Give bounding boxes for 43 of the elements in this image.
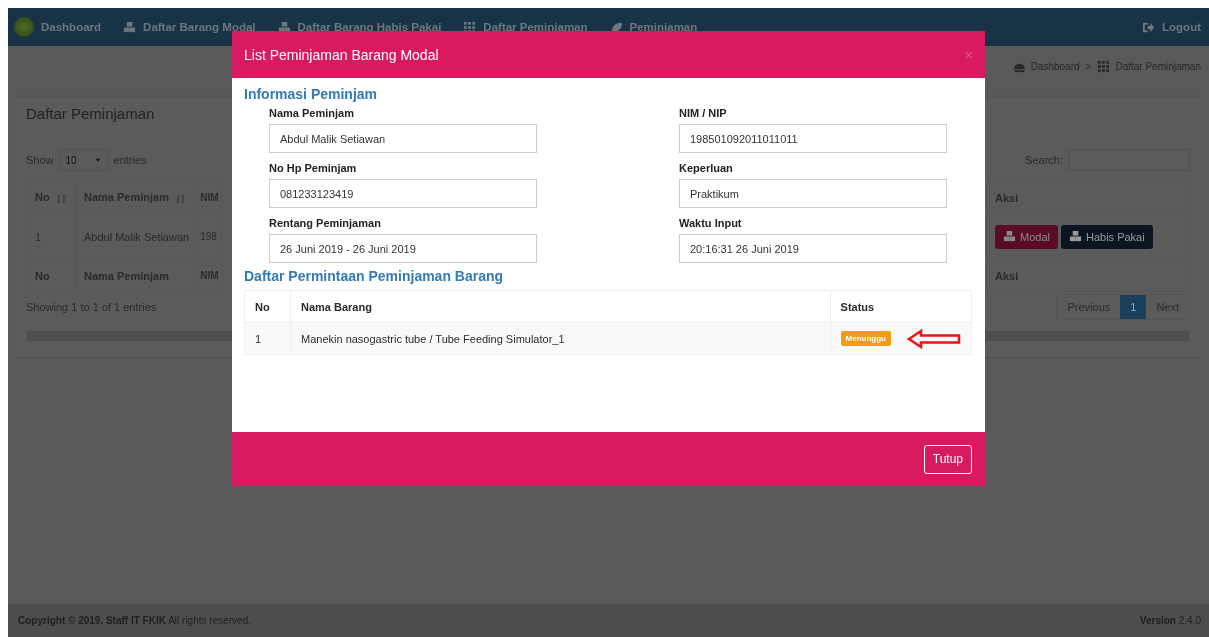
logo-icon xyxy=(14,17,34,37)
field-label: Nama Peminjam xyxy=(269,107,355,119)
habis-pakai-button[interactable]: Habis Pakai xyxy=(1060,224,1153,249)
field-label: No Hp Peminjam xyxy=(269,162,358,174)
table-cell: Manekin nasogastric tube / Tube Feeding Simulator_1 xyxy=(290,322,831,355)
panel-title: Daftar Peminjaman xyxy=(26,105,155,123)
cubes-icon xyxy=(1003,230,1016,243)
breadcrumb-separator: > xyxy=(1085,60,1092,72)
field-label: Rentang Peminjaman xyxy=(269,217,382,229)
page-link[interactable]: 1 xyxy=(1120,295,1147,319)
section-heading: Informasi Peminjam xyxy=(244,85,379,104)
nav-link[interactable]: Daftar Barang Modal xyxy=(123,20,256,34)
nav-link[interactable]: Dashboard xyxy=(14,17,102,37)
cubes-icon xyxy=(277,20,291,34)
input-field[interactable]: 198501092011011011 xyxy=(679,124,947,153)
leaf-icon xyxy=(609,20,623,34)
column-header: Status xyxy=(830,290,972,323)
table-cell: 1 xyxy=(244,322,291,355)
input-field[interactable]: 26 Juni 2019 - 26 Juni 2019 xyxy=(269,234,537,263)
column-header: Nama Barang xyxy=(290,290,831,323)
input-field[interactable]: Praktikum xyxy=(679,179,947,208)
input-field[interactable]: 081233123419 xyxy=(269,179,537,208)
grid-icon xyxy=(1097,59,1111,73)
column-header: No xyxy=(244,290,291,323)
cubes-icon xyxy=(1068,230,1082,243)
field-label: Keperluan xyxy=(679,162,734,174)
nav-link[interactable]: Peminjaman xyxy=(609,20,698,34)
logout-link[interactable]: Logout xyxy=(1142,20,1201,34)
close-button[interactable]: Tutup xyxy=(923,444,972,474)
caret-icon xyxy=(93,156,102,164)
field-label: NIM / NIP xyxy=(679,107,728,119)
logout-icon xyxy=(1142,20,1156,34)
input-field[interactable]: 20:16:31 26 Juni 2019 xyxy=(679,234,947,263)
modal-button[interactable]: Modal xyxy=(995,224,1058,249)
section-heading: Daftar Permintaan Peminjaman Barang xyxy=(244,267,505,286)
close-button[interactable]: × xyxy=(964,46,973,63)
status-badge: Menunggu xyxy=(840,331,891,346)
modal-title: List Peminjaman Barang Modal xyxy=(244,46,439,63)
nav-link[interactable]: Daftar Barang Habis Pakai xyxy=(277,20,442,34)
entries-select[interactable]: 10 xyxy=(58,149,109,171)
cubes-icon xyxy=(123,20,137,34)
input-field[interactable]: Abdul Malik Setiawan xyxy=(269,124,537,153)
field-label: Waktu Input xyxy=(679,217,743,229)
